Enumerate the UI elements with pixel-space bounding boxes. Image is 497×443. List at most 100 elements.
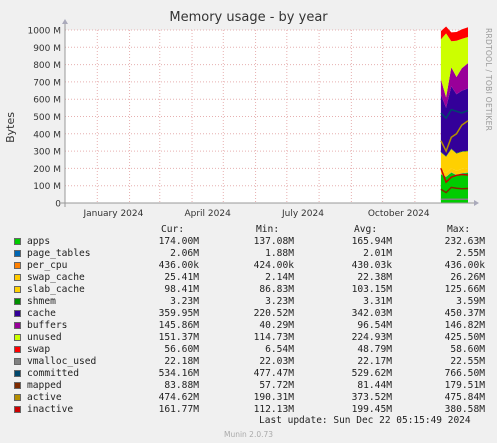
legend-cur: 174.00M — [158, 236, 199, 247]
x-tick-label: April 2024 — [184, 209, 231, 219]
legend-min: 6.54M — [265, 344, 294, 355]
legend-cur: 474.62M — [158, 392, 199, 403]
legend-min: 114.73M — [253, 332, 294, 343]
legend-min: 220.52M — [253, 308, 294, 319]
last-update: Last update: Sun Dec 22 05:15:49 2024 — [259, 415, 471, 426]
legend-swatch — [14, 250, 21, 257]
legend-swatch — [14, 310, 21, 317]
legend-avg: 165.94M — [351, 236, 392, 247]
legend-name: page_tables — [27, 248, 91, 259]
legend-swatch — [14, 358, 21, 365]
y-tick-label: 800 M — [33, 61, 61, 71]
legend-max: 3.59M — [456, 296, 485, 307]
legend-min: 57.72M — [259, 380, 294, 391]
y-tick-label: 200 M — [33, 165, 61, 175]
legend-max: 179.51M — [444, 380, 485, 391]
legend-avg: 48.79M — [357, 344, 392, 355]
legend-min: 190.31M — [253, 392, 294, 403]
legend-swatch — [14, 406, 21, 413]
legend-cur: 534.16M — [158, 368, 199, 379]
legend-swatch — [14, 382, 21, 389]
y-tick-label: 300 M — [33, 148, 61, 158]
legend-swatch — [14, 322, 21, 329]
chart-svg: 0 100 M 200 M 300 M 400 M 500 M 600 M 700 M 800 … — [27, 19, 479, 219]
legend-header-cur: Cur: — [161, 224, 185, 235]
y-tick-label: 400 M — [33, 130, 61, 140]
y-tick-label: 700 M — [33, 78, 61, 88]
legend-avg: 373.52M — [351, 392, 392, 403]
legend-header-max: Max: — [447, 224, 471, 235]
data-series — [440, 26, 469, 203]
legend-cur: 56.60M — [164, 344, 199, 355]
legend-cur: 83.88M — [164, 380, 199, 391]
legend-swatch — [14, 262, 21, 269]
legend-max: 475.84M — [444, 392, 485, 403]
legend-max: 766.50M — [444, 368, 485, 379]
legend-avg: 529.62M — [351, 368, 392, 379]
legend-max: 146.82M — [444, 320, 485, 331]
x-axis-arrow — [474, 200, 479, 206]
legend-avg: 224.93M — [351, 332, 392, 343]
legend-header-min: Min: — [256, 224, 280, 235]
legend-avg: 96.54M — [357, 320, 392, 331]
legend-max: 425.50M — [444, 332, 485, 343]
legend-avg: 22.17M — [357, 356, 392, 367]
y-tick-label: 100 M — [33, 182, 61, 192]
legend-name: swap_cache — [27, 272, 85, 283]
legend-max: 22.55M — [450, 356, 485, 367]
legend-swatch — [14, 286, 21, 293]
legend-name: committed — [27, 368, 79, 379]
legend-max: 232.63M — [444, 236, 485, 247]
legend-cur: 98.41M — [164, 284, 199, 295]
legend-max: 58.60M — [450, 344, 485, 355]
legend-cur: 3.23M — [170, 296, 199, 307]
y-tick-label: 500 M — [33, 113, 61, 123]
legend-avg: 103.15M — [351, 284, 392, 295]
legend-min: 2.14M — [265, 272, 294, 283]
legend-swatch — [14, 394, 21, 401]
legend-max: 125.66M — [444, 284, 485, 295]
legend-name: cache — [27, 308, 56, 319]
y-tick-label: 1000 M — [27, 27, 61, 37]
legend-min: 3.23M — [265, 296, 294, 307]
legend-cur: 2.06M — [170, 248, 199, 259]
legend-avg: 342.03M — [351, 308, 392, 319]
y-tick-label: 0 — [55, 200, 61, 210]
legend-cur: 359.95M — [158, 308, 199, 319]
legend-min: 112.13M — [253, 404, 294, 415]
legend-name: apps — [27, 236, 51, 247]
legend-name: per_cpu — [27, 260, 68, 271]
legend-name: buffers — [27, 320, 68, 331]
legend-avg: 430.03k — [351, 260, 392, 271]
legend-avg: 2.01M — [363, 248, 392, 259]
munin-version: Munin 2.0.73 — [223, 430, 274, 439]
legend-name: active — [27, 392, 62, 403]
legend-min: 86.83M — [259, 284, 294, 295]
legend-swatch — [14, 298, 21, 305]
legend-name: inactive — [27, 404, 74, 415]
legend-avg: 3.31M — [363, 296, 392, 307]
legend-min: 40.29M — [259, 320, 294, 331]
legend-swatch — [14, 238, 21, 245]
legend-cur: 22.18M — [164, 356, 199, 367]
legend-cur: 145.86M — [158, 320, 199, 331]
legend-name: swap — [27, 344, 51, 355]
legend-name: shmem — [27, 296, 56, 307]
legend-min: 22.03M — [259, 356, 294, 367]
legend-name: slab_cache — [27, 284, 85, 295]
legend-max: 380.58M — [444, 404, 485, 415]
legend-max: 2.55M — [456, 248, 485, 259]
legend-swatch — [14, 370, 21, 377]
munin-graph: Memory usage - by year RRDTOOL / TOBI OE… — [0, 0, 497, 443]
legend-min: 424.00k — [253, 260, 294, 271]
legend-cur: 436.00k — [158, 260, 199, 271]
legend-avg: 81.44M — [357, 380, 392, 391]
legend-cur: 161.77M — [158, 404, 199, 415]
legend-header-avg: Avg: — [354, 224, 378, 235]
legend-swatch — [14, 346, 21, 353]
y-tick-label: 900 M — [33, 44, 61, 54]
y-axis-arrow — [62, 19, 68, 24]
legend-name: unused — [27, 332, 62, 343]
legend-cur: 25.41M — [164, 272, 199, 283]
legend-min: 477.47M — [253, 368, 294, 379]
